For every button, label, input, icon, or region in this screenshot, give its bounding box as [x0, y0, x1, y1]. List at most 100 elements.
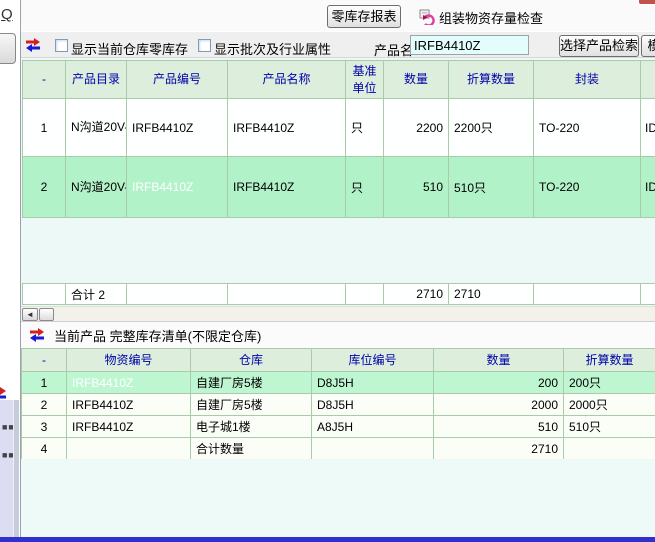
detail-table: - 物资编号 仓库 库位编号 数量 折算数量 1 IRFB4410Z 自建厂房5… — [21, 348, 655, 460]
col-header-catalog[interactable]: 产品目录 — [66, 61, 127, 99]
show-batch-checkbox[interactable] — [198, 39, 211, 52]
cell-warehouse[interactable]: 自建厂房5楼 — [191, 394, 312, 416]
col-header-package[interactable]: 封装 — [534, 61, 641, 99]
vertical-splitter[interactable] — [13, 400, 19, 537]
inventory-row[interactable]: 1 N沟道20V-100V IRFB4410Z IRFB4410Z 只 2200… — [23, 99, 655, 157]
col-header-warehouse[interactable]: 仓库 — [191, 349, 312, 372]
cell-catalog[interactable]: N沟道20V-100V — [66, 157, 127, 218]
cell-conv-qty[interactable]: 2200只 — [449, 99, 534, 157]
cell-code[interactable]: IRFB4410Z — [67, 394, 191, 416]
assembly-icon — [419, 9, 435, 25]
partial-text: Q — [1, 6, 13, 23]
cell-qty[interactable]: 200 — [434, 372, 564, 394]
partial-tab-button[interactable] — [638, 0, 655, 5]
col-header-name[interactable]: 产品名称 — [228, 61, 346, 99]
row-number[interactable]: 1 — [22, 372, 67, 394]
cell-name[interactable]: IRFB4410Z — [228, 99, 346, 157]
scroll-left-button[interactable]: ◄ — [22, 308, 38, 321]
top-bar: 零库存报表 组装物资存量检查 — [21, 0, 655, 31]
col-header-qty[interactable]: 数量 — [434, 349, 564, 372]
product-name-label: 产品名 — [374, 40, 413, 59]
detail-header-row: - 物资编号 仓库 库位编号 数量 折算数量 — [22, 349, 655, 372]
inventory-table: - 产品目录 产品编号 产品名称 基准单位 数量 折算数量 封装 1 N沟道20… — [22, 60, 655, 218]
cell-location[interactable]: A8J5H — [312, 416, 434, 438]
show-zero-stock-checkbox[interactable] — [55, 39, 68, 52]
assembly-check-button[interactable]: 组装物资存量检查 — [419, 8, 543, 26]
detail-section-title: 当前产品 完整库存清单(不限定仓库) — [54, 326, 261, 345]
col-header-location[interactable]: 库位编号 — [312, 349, 434, 372]
detail-panel-empty-area — [21, 459, 655, 537]
cell-warehouse[interactable]: 自建厂房5楼 — [191, 372, 312, 394]
detail-row[interactable]: 3 IRFB4410Z 电子城1楼 A8J5H 510 510只 — [22, 416, 655, 438]
cell-code-selected[interactable]: IRFB4410Z — [67, 372, 191, 394]
detail-row[interactable]: 4 合计数量 2710 — [22, 438, 655, 460]
col-header-code[interactable]: 物资编号 — [67, 349, 191, 372]
cell-code[interactable] — [67, 438, 191, 460]
cell-conv-qty[interactable]: 2000只 — [564, 394, 655, 416]
col-header-num[interactable]: - — [22, 349, 67, 372]
totals-empty — [346, 284, 384, 305]
fuzzy-search-button[interactable]: 模 — [641, 35, 655, 57]
product-name-input[interactable] — [410, 35, 529, 55]
app-window: Q ■■ ■■ 零库存报表 组装物资存量检查 — [0, 0, 655, 542]
sync-icon[interactable] — [29, 328, 45, 342]
horizontal-scrollbar[interactable]: ◄ — [21, 306, 655, 321]
cell-id[interactable]: ID= — [641, 157, 655, 218]
totals-conv-qty: 2710 — [449, 284, 534, 305]
cell-qty[interactable]: 2710 — [434, 438, 564, 460]
col-header-unit[interactable]: 基准单位 — [346, 61, 384, 99]
col-header-conv-qty[interactable]: 折算数量 — [564, 349, 655, 372]
totals-empty — [534, 284, 641, 305]
row-number[interactable]: 2 — [23, 157, 66, 218]
cell-id[interactable]: ID= — [641, 99, 655, 157]
cell-qty[interactable]: 510 — [384, 157, 449, 218]
cell-location[interactable]: D8J5H — [312, 394, 434, 416]
row-number[interactable]: 3 — [22, 416, 67, 438]
cell-package[interactable]: TO-220 — [534, 157, 641, 218]
collapsed-panel: ■■ ■■ — [0, 400, 13, 537]
row-number[interactable]: 4 — [22, 438, 67, 460]
cell-unit[interactable]: 只 — [346, 99, 384, 157]
row-number[interactable]: 2 — [22, 394, 67, 416]
cell-warehouse[interactable]: 合计数量 — [191, 438, 312, 460]
cell-qty[interactable]: 2200 — [384, 99, 449, 157]
cell-warehouse[interactable]: 电子城1楼 — [191, 416, 312, 438]
partial-button[interactable] — [0, 33, 16, 64]
sync-icon[interactable] — [25, 38, 41, 52]
detail-row-selected[interactable]: 1 IRFB4410Z 自建厂房5楼 D8J5H 200 200只 — [22, 372, 655, 394]
totals-empty — [127, 284, 228, 305]
col-header-num[interactable]: - — [23, 61, 66, 99]
zero-stock-report-button[interactable]: 零库存报表 — [327, 5, 401, 28]
inventory-row-selected[interactable]: 2 N沟道20V-100V IRFB4410Z IRFB4410Z 只 510 … — [23, 157, 655, 218]
cell-conv-qty[interactable]: 200只 — [564, 372, 655, 394]
cell-code[interactable]: IRFB4410Z — [127, 99, 228, 157]
row-number[interactable]: 1 — [23, 99, 66, 157]
left-panel-edge: Q ■■ ■■ — [0, 0, 20, 542]
scrollbar-thumb[interactable] — [39, 308, 54, 321]
col-header-code[interactable]: 产品编号 — [127, 61, 228, 99]
cell-conv-qty[interactable]: 510只 — [449, 157, 534, 218]
detail-row[interactable]: 2 IRFB4410Z 自建厂房5楼 D8J5H 2000 2000只 — [22, 394, 655, 416]
cell-catalog[interactable]: N沟道20V-100V — [66, 99, 127, 157]
drag-handle[interactable]: ■■ — [2, 454, 11, 458]
cell-conv-qty[interactable]: 510只 — [564, 416, 655, 438]
cell-qty[interactable]: 2000 — [434, 394, 564, 416]
cell-package[interactable]: TO-220 — [534, 99, 641, 157]
cell-conv-qty[interactable] — [564, 438, 655, 460]
totals-label: 合计 2 — [66, 284, 127, 305]
cell-location[interactable]: D8J5H — [312, 372, 434, 394]
col-header-id[interactable] — [641, 61, 655, 99]
cell-code-selected[interactable]: IRFB4410Z — [127, 157, 228, 218]
select-product-button[interactable]: 选择产品检索 — [559, 35, 639, 57]
inventory-totals-table: 合计 2 2710 2710 — [22, 283, 655, 305]
drag-handle[interactable]: ■■ — [2, 426, 11, 430]
cell-unit[interactable]: 只 — [346, 157, 384, 218]
cell-name[interactable]: IRFB4410Z — [228, 157, 346, 218]
cell-location[interactable] — [312, 438, 434, 460]
col-header-qty[interactable]: 数量 — [384, 61, 449, 99]
col-header-conv-qty[interactable]: 折算数量 — [449, 61, 534, 99]
cell-qty[interactable]: 510 — [434, 416, 564, 438]
cell-code[interactable]: IRFB4410Z — [67, 416, 191, 438]
totals-qty: 2710 — [384, 284, 449, 305]
totals-empty — [228, 284, 346, 305]
